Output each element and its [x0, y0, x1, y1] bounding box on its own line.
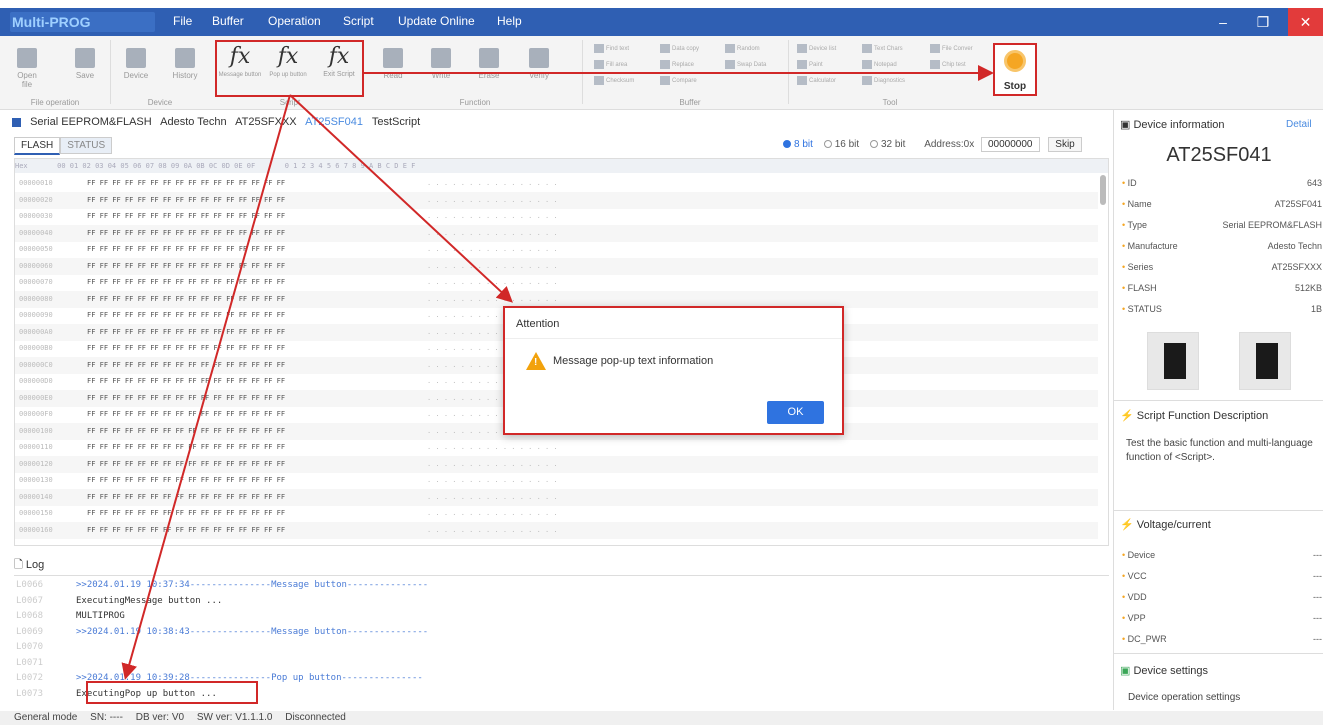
attention-dialog: Attention ! Message pop-up text informat… — [503, 306, 844, 435]
warning-icon-mark: ! — [534, 357, 538, 368]
ok-button[interactable]: OK — [767, 401, 824, 424]
arrow-to-log — [121, 94, 291, 680]
dialog-message: Message pop-up text information — [553, 355, 714, 367]
arrow-to-dialog — [289, 94, 513, 303]
divider — [505, 338, 842, 339]
dialog-title: Attention — [516, 318, 560, 330]
app-window: Multi-PROG File Buffer Operation Script … — [0, 0, 1323, 725]
